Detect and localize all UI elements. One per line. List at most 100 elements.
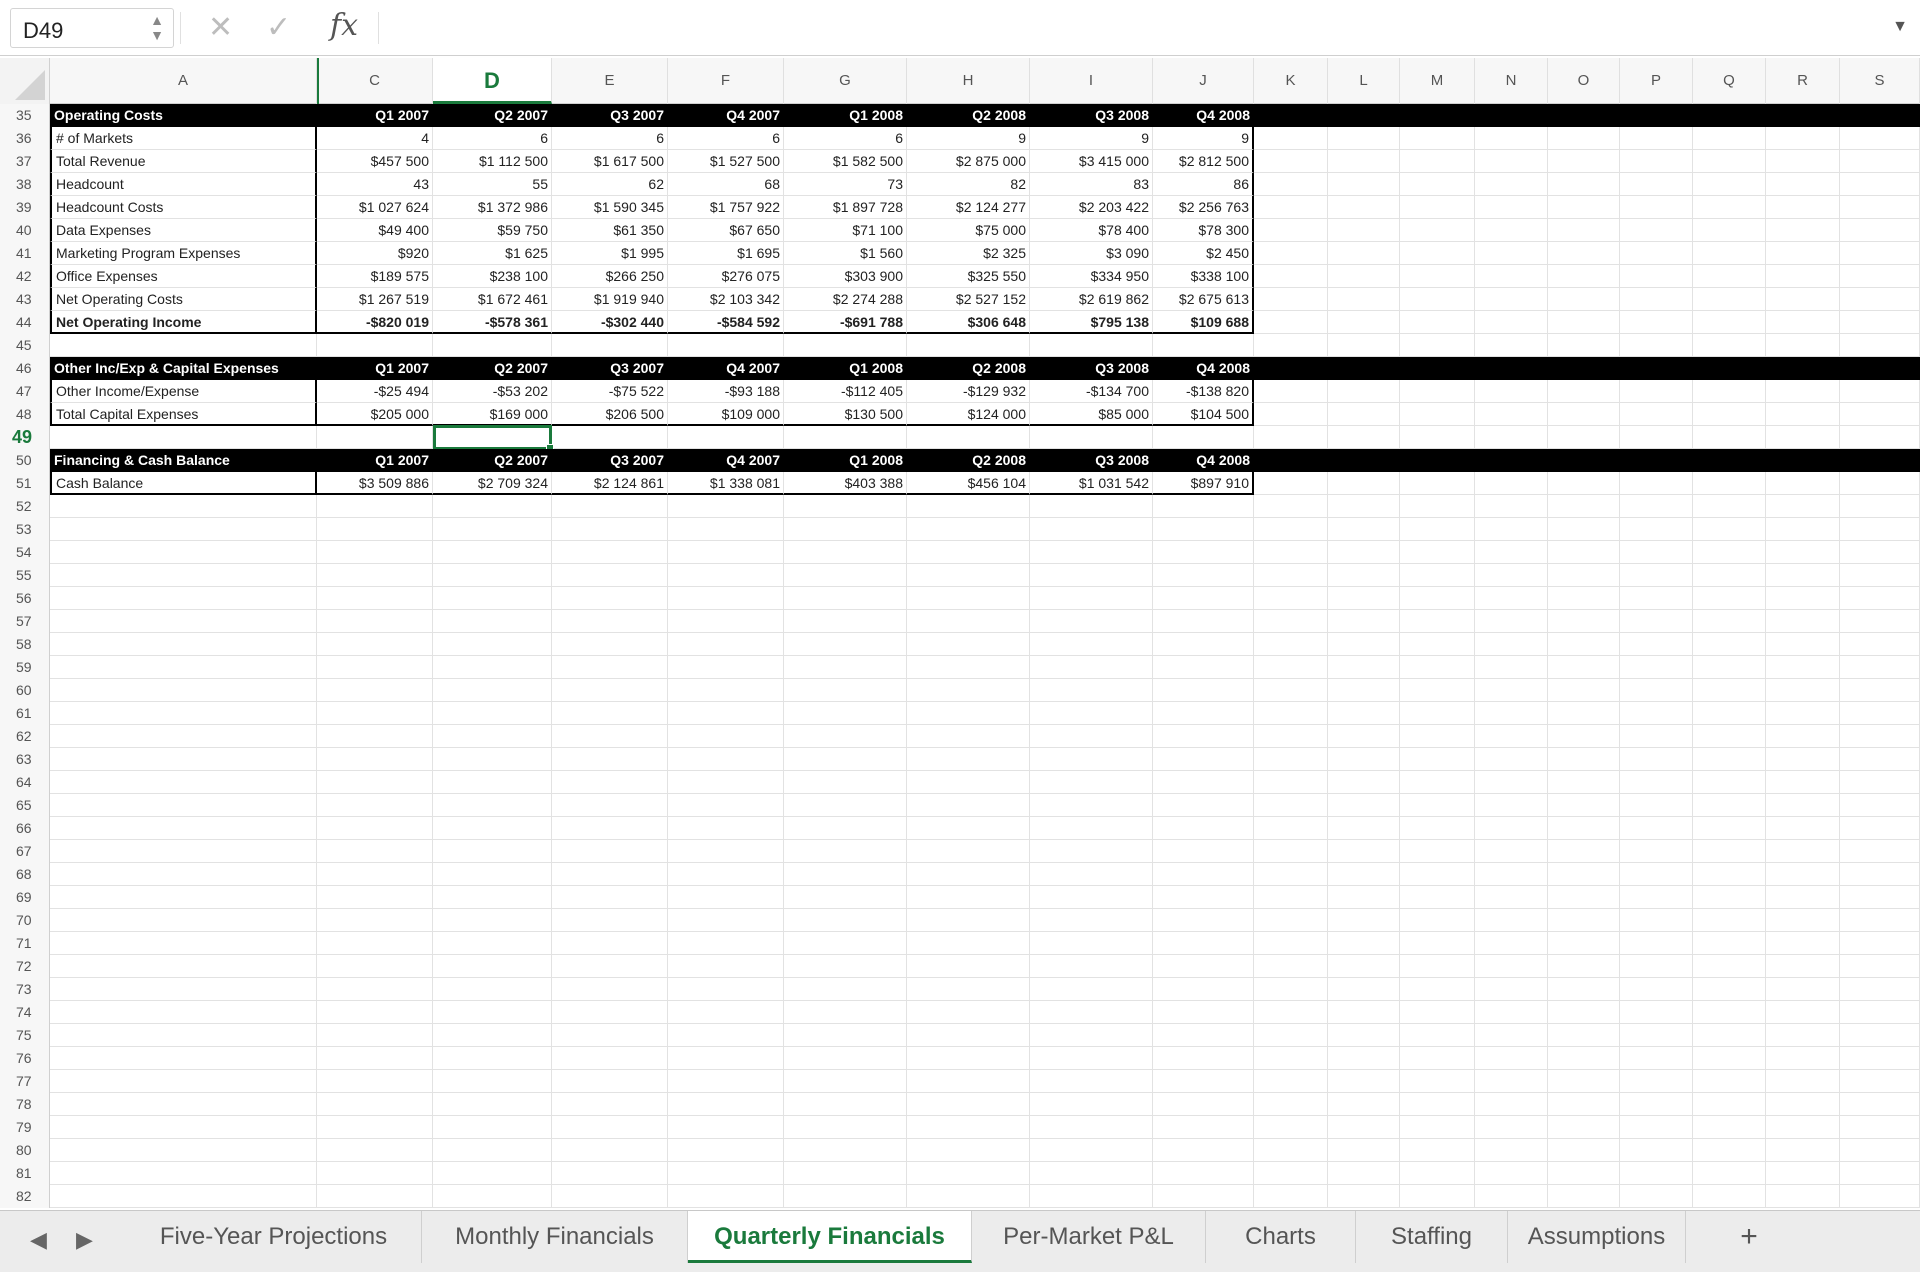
empty-cell[interactable] [1548, 495, 1620, 518]
prev-sheet-icon[interactable]: ◀ [30, 1227, 47, 1253]
row-header[interactable]: 56 [0, 587, 50, 610]
empty-cell[interactable] [1548, 794, 1620, 817]
empty-cell[interactable] [784, 702, 907, 725]
empty-cell[interactable] [50, 1139, 317, 1162]
empty-cell[interactable] [1766, 426, 1840, 449]
table-cell[interactable]: 68 [668, 173, 784, 196]
empty-cell[interactable] [1840, 748, 1920, 771]
empty-cell[interactable] [907, 909, 1030, 932]
table-cell[interactable]: -$691 788 [784, 311, 907, 334]
empty-cell[interactable] [1400, 725, 1475, 748]
row-header[interactable]: 63 [0, 748, 50, 771]
empty-cell[interactable] [1548, 472, 1620, 495]
empty-cell[interactable] [784, 863, 907, 886]
empty-cell[interactable] [1548, 311, 1620, 334]
empty-cell[interactable] [552, 748, 668, 771]
table-cell[interactable]: 9 [1030, 127, 1153, 150]
empty-cell[interactable] [1766, 265, 1840, 288]
empty-cell[interactable] [1766, 196, 1840, 219]
empty-cell[interactable] [317, 541, 433, 564]
empty-cell[interactable] [1254, 656, 1328, 679]
add-sheet-button[interactable]: + [1724, 1211, 1774, 1263]
empty-cell[interactable] [1693, 449, 1766, 472]
empty-cell[interactable] [50, 702, 317, 725]
empty-cell[interactable] [1840, 173, 1920, 196]
table-cell[interactable]: 86 [1153, 173, 1254, 196]
empty-cell[interactable] [1254, 311, 1328, 334]
empty-cell[interactable] [1400, 748, 1475, 771]
empty-cell[interactable] [1475, 1185, 1548, 1208]
empty-cell[interactable] [668, 909, 784, 932]
empty-cell[interactable] [1475, 449, 1548, 472]
empty-cell[interactable] [1254, 725, 1328, 748]
table-cell[interactable]: $2 124 277 [907, 196, 1030, 219]
table-cell[interactable]: Q3 2008 [1030, 357, 1153, 380]
row-header[interactable]: 35 [0, 104, 50, 127]
empty-cell[interactable] [433, 587, 552, 610]
empty-cell[interactable] [1328, 472, 1400, 495]
empty-cell[interactable] [433, 1047, 552, 1070]
row-header[interactable]: 53 [0, 518, 50, 541]
empty-cell[interactable] [1400, 702, 1475, 725]
empty-cell[interactable] [1693, 1139, 1766, 1162]
empty-cell[interactable] [1400, 403, 1475, 426]
empty-cell[interactable] [784, 840, 907, 863]
empty-cell[interactable] [317, 1047, 433, 1070]
table-cell[interactable]: Q3 2007 [552, 449, 668, 472]
empty-cell[interactable] [1620, 1139, 1693, 1162]
empty-cell[interactable] [668, 840, 784, 863]
empty-cell[interactable] [1328, 265, 1400, 288]
empty-cell[interactable] [317, 817, 433, 840]
empty-cell[interactable] [1400, 1024, 1475, 1047]
empty-cell[interactable] [1254, 817, 1328, 840]
table-cell[interactable] [1153, 426, 1254, 449]
empty-cell[interactable] [784, 633, 907, 656]
cancel-icon[interactable]: ✕ [208, 10, 233, 45]
row-header[interactable]: 38 [0, 173, 50, 196]
name-box-stepper-icon[interactable]: ▲ ▼ [149, 13, 165, 45]
table-cell[interactable]: $306 648 [907, 311, 1030, 334]
empty-cell[interactable] [1328, 1093, 1400, 1116]
empty-cell[interactable] [668, 587, 784, 610]
column-header-q[interactable]: Q [1693, 58, 1766, 104]
empty-cell[interactable] [1548, 127, 1620, 150]
empty-cell[interactable] [1840, 426, 1920, 449]
table-cell[interactable]: $2 256 763 [1153, 196, 1254, 219]
empty-cell[interactable] [1400, 334, 1475, 357]
empty-cell[interactable] [433, 955, 552, 978]
empty-cell[interactable] [1400, 127, 1475, 150]
empty-cell[interactable] [1693, 1024, 1766, 1047]
empty-cell[interactable] [907, 748, 1030, 771]
empty-cell[interactable] [1400, 518, 1475, 541]
empty-cell[interactable] [50, 1162, 317, 1185]
row-label[interactable]: Total Revenue [50, 150, 317, 173]
empty-cell[interactable] [1254, 541, 1328, 564]
empty-cell[interactable] [1475, 1070, 1548, 1093]
row-label[interactable]: Net Operating Costs [50, 288, 317, 311]
table-cell[interactable]: $2 274 288 [784, 288, 907, 311]
empty-cell[interactable] [1766, 1001, 1840, 1024]
empty-cell[interactable] [1400, 449, 1475, 472]
empty-cell[interactable] [552, 1116, 668, 1139]
empty-cell[interactable] [552, 1024, 668, 1047]
empty-cell[interactable] [1620, 748, 1693, 771]
empty-cell[interactable] [1475, 265, 1548, 288]
table-cell[interactable]: -$302 440 [552, 311, 668, 334]
row-label[interactable]: Cash Balance [50, 472, 317, 495]
empty-cell[interactable] [1620, 1093, 1693, 1116]
empty-cell[interactable] [1840, 794, 1920, 817]
empty-cell[interactable] [1548, 748, 1620, 771]
empty-cell[interactable] [1475, 656, 1548, 679]
empty-cell[interactable] [1030, 1070, 1153, 1093]
empty-cell[interactable] [1840, 219, 1920, 242]
table-cell[interactable]: Q4 2007 [668, 104, 784, 127]
empty-cell[interactable] [1400, 587, 1475, 610]
empty-cell[interactable] [1766, 955, 1840, 978]
row-header[interactable]: 55 [0, 564, 50, 587]
empty-cell[interactable] [1693, 196, 1766, 219]
empty-cell[interactable] [552, 955, 668, 978]
empty-cell[interactable] [1548, 955, 1620, 978]
empty-cell[interactable] [50, 1047, 317, 1070]
empty-cell[interactable] [1400, 541, 1475, 564]
empty-cell[interactable] [1620, 380, 1693, 403]
